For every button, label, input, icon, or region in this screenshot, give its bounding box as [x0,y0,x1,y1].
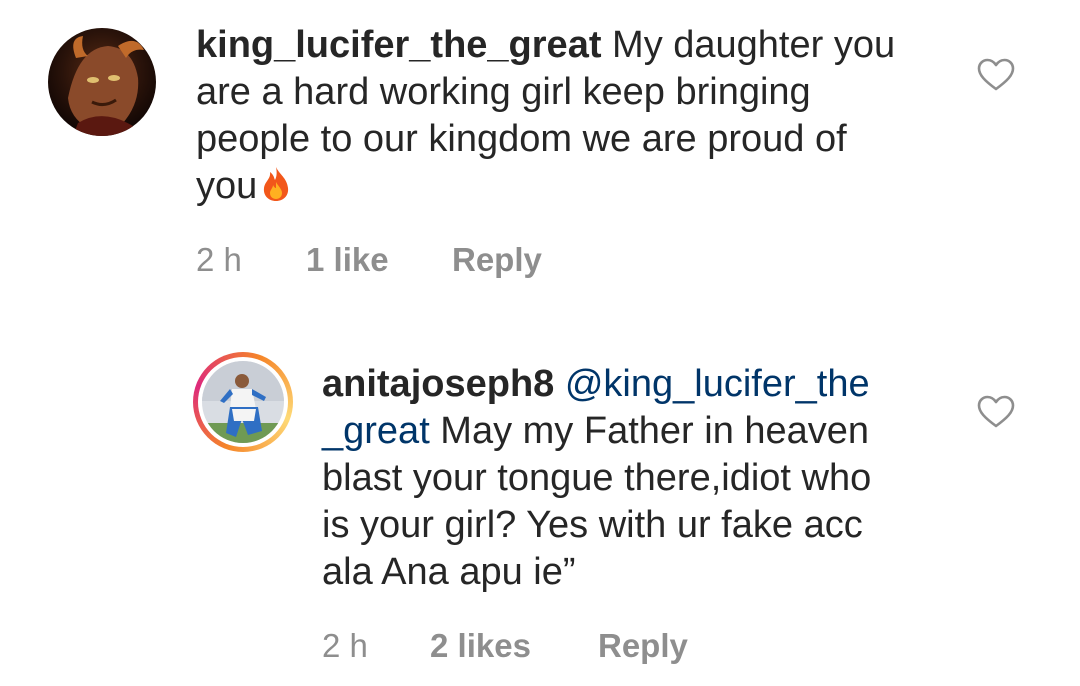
comment-2: anitajoseph8 @king_lucifer_the _great Ma… [0,0,1080,686]
mention-link-continued[interactable]: _great [322,410,430,452]
avatar-story-ring[interactable] [193,352,293,452]
reply-text: anitajoseph8 @king_lucifer_the _great Ma… [322,361,871,596]
reply-text-line-4: is your girl? Yes with ur fake acc [322,504,863,546]
heart-icon[interactable] [977,395,1015,429]
mention-link[interactable]: @king_lucifer_the [565,363,870,405]
reply-button[interactable]: Reply [598,627,688,665]
reply-text-line-2: May my Father in heaven [429,410,870,452]
reply-username[interactable]: anitajoseph8 [322,363,554,405]
reply-text-line-5: ala Ana apu ie” [322,551,576,593]
reply-line-2: _great May my Father in heaven [322,408,871,455]
reply-likes[interactable]: 2 likes [430,627,531,665]
reply-time: 2 h [322,627,368,664]
reply-line-1: anitajoseph8 @king_lucifer_the [322,361,871,408]
avatar [202,361,284,443]
avatar-image [202,361,284,443]
reply-text-line-3: blast your tongue there,idiot who [322,457,872,499]
reply-meta: 2 h 2 likes Reply [322,627,822,667]
